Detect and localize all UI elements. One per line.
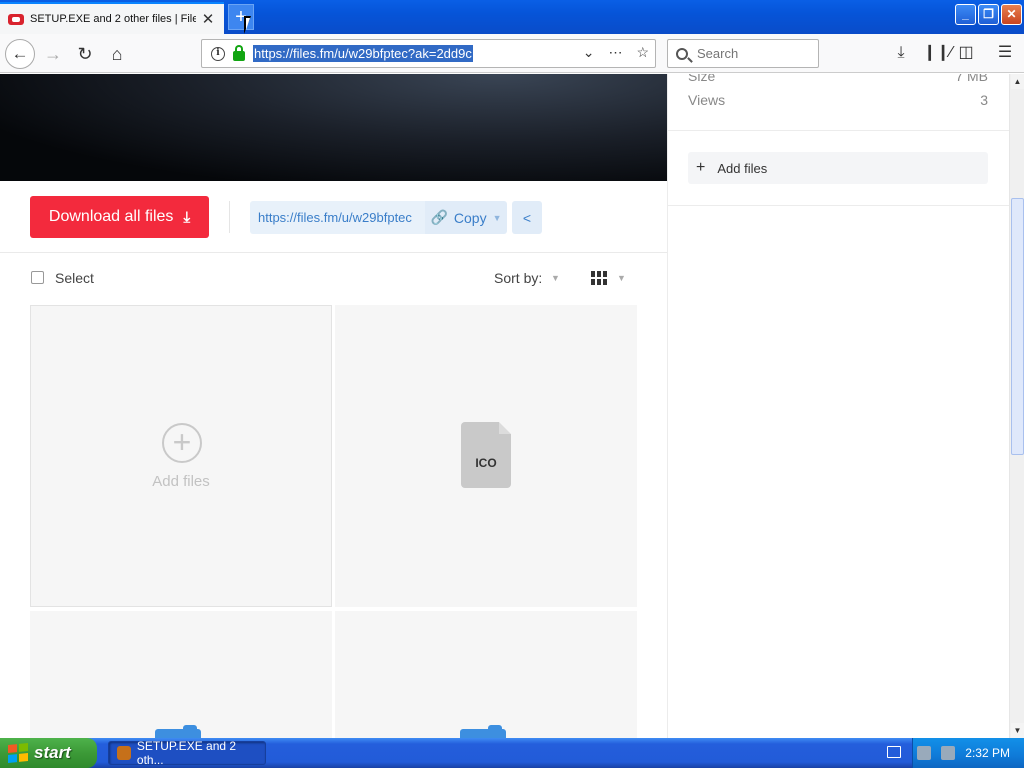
chevron-down-icon[interactable]: ▼ [617,273,626,283]
minimize-button[interactable]: _ [955,4,976,25]
select-toolbar: Select Sort by: ▼ ▼ [0,254,667,304]
grid-view-icon[interactable] [591,271,607,285]
address-bar[interactable]: i https://files.fm/u/w29bfptec?ak=2dd9c … [201,39,656,68]
copy-label: Copy [453,209,487,226]
vertical-scrollbar[interactable]: ▲ ▼ [1009,74,1024,738]
network-icon[interactable] [917,746,932,760]
mouse-cursor-icon [244,16,258,34]
add-files-tile[interactable]: + Add files [30,305,332,607]
scroll-thumb[interactable] [1011,198,1024,455]
tab-title: SETUP.EXE and 2 other files | Files.fm [30,13,197,25]
file-tile[interactable] [335,611,637,738]
file-icon: ICO [461,422,511,488]
select-all-checkbox[interactable] [31,271,44,284]
forward-arrow-icon[interactable]: → [38,39,68,69]
bookmark-star-icon[interactable]: ☆ [636,44,649,61]
plus-icon: + [696,159,706,176]
folder-icon [460,725,506,738]
menu-icon[interactable]: ☰ [994,42,1016,64]
close-window-button[interactable]: ✕ [1001,4,1022,25]
library-icon[interactable]: ❙❙∕ [923,42,952,64]
info-sidebar: Size 7 MB Views 3 + Add files [667,74,1009,738]
tab-close-icon[interactable]: ✕ [200,10,216,28]
stat-value: 7 MB [955,74,988,84]
info-icon[interactable]: i [211,46,225,61]
download-all-label: Download all files [48,208,174,225]
add-files-label: Add files [717,160,768,176]
scroll-up-icon[interactable]: ▲ [1011,74,1024,89]
tab-favicon [8,13,24,25]
file-tile[interactable]: ICO [335,305,637,607]
lock-icon [233,44,245,61]
reload-icon[interactable]: ↻ [70,39,100,69]
start-button[interactable]: start [0,738,97,768]
more-icon[interactable]: ⋯ [608,44,622,61]
window-titlebar: SETUP.EXE and 2 other files | Files.fm ✕… [0,0,1024,34]
sidebar-add-files-button[interactable]: + Add files [688,152,988,184]
chevron-down-icon[interactable]: ▼ [551,273,560,283]
windows-logo-icon [8,742,28,764]
dropdown-icon[interactable]: ⌄ [583,44,595,61]
stat-row-size: Size 7 MB [688,74,988,84]
start-label: start [34,743,71,762]
search-icon [676,47,688,60]
search-box[interactable] [667,39,819,68]
system-tray: 2:32 PM [912,738,1024,768]
sidebar-icon[interactable]: ◫ [955,42,977,64]
navigation-toolbar: ← → ↻ ⌂ i https://files.fm/u/w29bfptec?a… [0,34,1024,73]
sort-by-dropdown[interactable]: Sort by: [494,270,542,286]
plus-icon: + [162,423,202,463]
keyboard-icon[interactable] [887,746,901,758]
download-all-button[interactable]: Download all files ⤓ [30,196,209,238]
chevron-down-icon: ▼ [492,212,502,223]
copy-link-button[interactable]: 🔗 Copy ▼ [425,201,507,234]
stat-value: 3 [980,92,988,108]
stat-label: Views [688,92,726,108]
divider [229,201,230,233]
file-tile[interactable] [30,611,332,738]
divider [668,130,1009,131]
scroll-down-icon[interactable]: ▼ [1011,723,1024,738]
divider [668,205,1009,206]
file-extension: ICO [475,456,497,470]
stat-row-views: Views 3 [688,92,988,108]
folder-icon [155,725,201,738]
stat-label: Size [688,74,716,84]
volume-icon[interactable] [941,746,956,760]
taskbar: start SETUP.EXE and 2 oth... 2:32 PM [0,738,1024,768]
page-content: Download all files ⤓ https://files.fm/u/… [0,74,1009,738]
task-label: SETUP.EXE and 2 oth... [136,739,237,767]
download-arrow-icon: ⤓ [183,208,191,226]
download-icon[interactable]: ⤓ [890,42,912,64]
select-label[interactable]: Select [55,270,94,286]
firefox-icon [117,746,131,760]
taskbar-item-firefox[interactable]: SETUP.EXE and 2 oth... [108,739,266,767]
search-input[interactable] [697,46,807,61]
hero-banner [0,74,667,181]
home-icon[interactable]: ⌂ [102,39,132,69]
add-files-label: Add files [152,473,210,490]
browser-tab[interactable]: SETUP.EXE and 2 other files | Files.fm ✕ [0,2,224,34]
share-link-field[interactable]: https://files.fm/u/w29bfptec [250,201,425,234]
url-text[interactable]: https://files.fm/u/w29bfptec?ak=2dd9c [253,45,473,62]
clock[interactable]: 2:32 PM [965,746,1010,760]
actions-bar: Download all files ⤓ https://files.fm/u/… [0,181,667,253]
back-arrow-icon[interactable]: ← [5,39,35,69]
restore-button[interactable]: ❐ [978,4,999,25]
link-icon: 🔗 [430,209,448,225]
share-icon[interactable]: < [512,201,542,234]
